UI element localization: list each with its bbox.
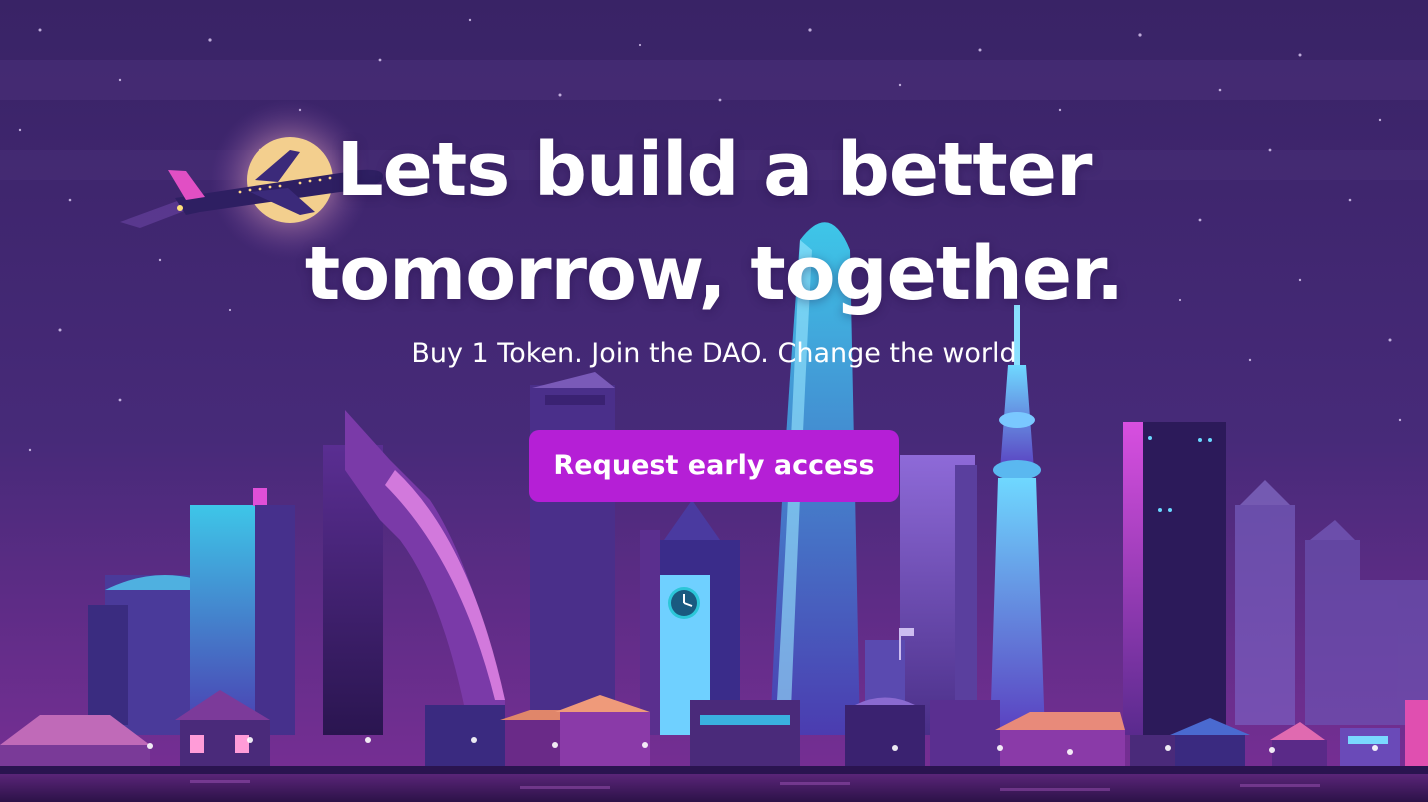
hero-headline: Lets build a better tomorrow, together. (0, 118, 1428, 326)
headline-line-2: tomorrow, together. (304, 231, 1124, 317)
hero-subheadline: Buy 1 Token. Join the DAO. Change the wo… (411, 338, 1017, 369)
hero-content: Lets build a better tomorrow, together. … (0, 118, 1428, 502)
request-early-access-button[interactable]: Request early access (529, 430, 899, 502)
hero-section: Lets build a better tomorrow, together. … (0, 0, 1428, 802)
headline-line-1: Lets build a better (336, 127, 1093, 213)
